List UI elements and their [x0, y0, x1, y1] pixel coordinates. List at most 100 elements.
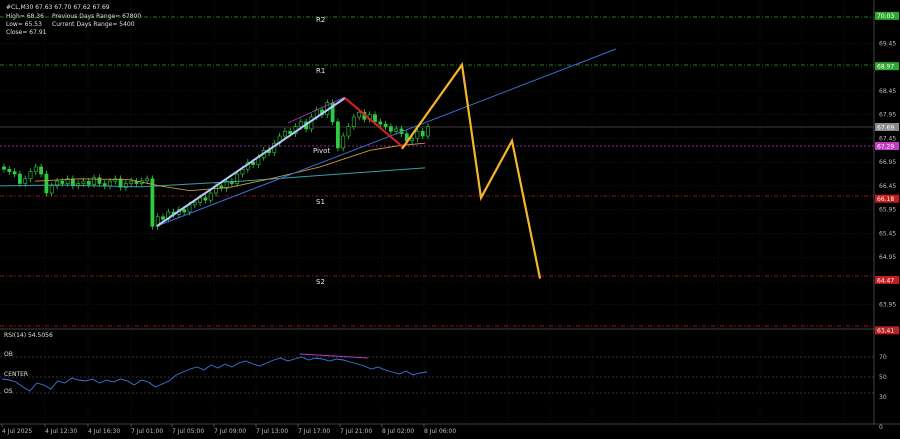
- r2-badge-label: 70.03: [877, 13, 894, 20]
- time-tick-label: 4 Jul 12:30: [45, 428, 77, 435]
- candle-body: [108, 180, 112, 187]
- time-tick-label: 8 Jul 02:00: [382, 428, 414, 435]
- rsi-tick-label: 0: [879, 424, 883, 431]
- candle-body: [357, 111, 362, 118]
- rsi-tick-label: 50: [879, 374, 887, 381]
- forecast-zigzag: [401, 61, 542, 279]
- candle-body: [282, 130, 287, 137]
- time-tick-label: 7 Jul 05:00: [172, 428, 204, 435]
- s2-badge-label: 64.47: [877, 277, 894, 284]
- candle-body: [426, 126, 430, 137]
- candle-body: [346, 126, 351, 137]
- price-tick-label: 65.45: [879, 230, 896, 237]
- candle-body: [12, 171, 17, 175]
- rsi-tick-label: 70: [879, 354, 887, 361]
- pivot-label: Pivot: [313, 147, 330, 155]
- rsi-axis: 70 50 30 0: [879, 354, 887, 431]
- candle-body: [187, 204, 192, 213]
- candle-body: [17, 173, 22, 184]
- close-text: Close= 67.91: [6, 29, 47, 36]
- s1-label: S1: [316, 198, 325, 206]
- candle-body: [298, 121, 303, 127]
- candle-body: [182, 209, 187, 213]
- candle-body: [28, 171, 33, 180]
- slow-moving-average: [0, 167, 426, 188]
- candle-body: [60, 180, 65, 184]
- time-tick-label: 7 Jul 09:00: [214, 428, 246, 435]
- candle-body: [86, 180, 91, 185]
- price-tick-label: 66.95: [879, 159, 896, 166]
- candle-body: [39, 166, 44, 175]
- candle-body: [129, 180, 134, 184]
- candle-body: [383, 123, 388, 127]
- candle-body: [420, 130, 425, 137]
- r2-label: R2: [316, 16, 325, 24]
- candle-body: [2, 166, 6, 170]
- time-tick-label: 4 Jul 16:30: [88, 428, 120, 435]
- rsi-title: RSI(14) 54.5056: [4, 332, 53, 339]
- candle-body: [208, 192, 213, 201]
- current-badge-label: 67.69: [877, 124, 894, 131]
- candle-body: [203, 197, 208, 201]
- candle-body: [309, 116, 314, 130]
- rsi-center-label: CENTER: [4, 371, 28, 378]
- rsi-divergence-line: [299, 353, 369, 359]
- grid: [0, 0, 874, 424]
- level-badges: 70.0368.9767.2966.1864.4763.4167.69: [875, 11, 899, 335]
- price-tick-label: 67.45: [879, 135, 896, 142]
- rsi-ob-label: OB: [4, 351, 13, 358]
- price-tick-label: 69.45: [879, 40, 896, 47]
- candle-body: [341, 135, 346, 149]
- candle-body: [240, 168, 245, 175]
- candle-body: [388, 126, 393, 132]
- pivot-badge-label: 67.29: [877, 143, 894, 150]
- candle-body: [23, 178, 28, 184]
- price-tick-label: 64.95: [879, 254, 896, 261]
- blue-trendline: [156, 48, 617, 227]
- symbol-line: #CL,M30 67.63 67.70 67.62 67.69: [6, 4, 110, 11]
- r1-label: R1: [316, 67, 325, 75]
- s1-badge-label: 66.18: [877, 196, 894, 203]
- price-tick-label: 65.95: [879, 207, 896, 214]
- prev-range-text: Previous Days Range= 67800: [52, 13, 141, 20]
- candle-body: [394, 128, 399, 132]
- candle-body: [81, 180, 86, 184]
- candle-body: [49, 185, 54, 194]
- candle-body: [44, 173, 49, 194]
- uptrend-line: [156, 97, 346, 227]
- cur-range-text: Current Days Range= 5400: [52, 21, 135, 28]
- price-tick-label: 67.95: [879, 112, 896, 119]
- candle-body: [351, 116, 356, 127]
- time-tick-label: 7 Jul 01:00: [131, 428, 163, 435]
- low-text: Low= 65.53: [6, 21, 42, 28]
- time-tick-label: 7 Jul 17:00: [298, 428, 330, 435]
- candle-body: [235, 173, 240, 184]
- candle-body: [373, 114, 377, 123]
- time-tick-label: 7 Jul 13:00: [256, 428, 288, 435]
- header-info: #CL,M30 67.63 67.70 67.62 67.69 High= 68…: [6, 4, 141, 36]
- candle-body: [378, 121, 383, 125]
- candle-body: [288, 130, 293, 134]
- candle-body: [145, 178, 150, 181]
- price-chart: #CL,M30 67.63 67.70 67.62 67.69 High= 68…: [0, 0, 900, 435]
- high-text: High= 68.36: [6, 13, 44, 20]
- price-tick-label: 66.45: [879, 183, 896, 190]
- price-axis: 69.4568.9568.4567.9567.4566.9566.4565.95…: [879, 40, 896, 308]
- candle-body: [33, 166, 38, 172]
- time-tick-label: 8 Jul 06:00: [424, 428, 456, 435]
- candle-body: [7, 168, 12, 172]
- candle-body: [410, 138, 415, 142]
- chart-window: #CL,M30 67.63 67.70 67.62 67.69 High= 68…: [0, 0, 900, 439]
- time-axis: 4 Jul 2025 4 Jul 12:30 4 Jul 16:30 7 Jul 01…: [1, 424, 456, 435]
- time-tick-label: 7 Jul 21:00: [340, 428, 372, 435]
- candle-body: [335, 121, 340, 149]
- time-tick-label: 4 Jul 2025: [2, 428, 32, 435]
- rsi-line: [1, 356, 428, 392]
- price-candles: [2, 99, 430, 230]
- s2-label: S2: [316, 278, 325, 286]
- price-tick-label: 63.95: [879, 302, 896, 309]
- candle-body: [415, 130, 420, 139]
- r1-badge-label: 68.97: [877, 64, 894, 71]
- price-tick-label: 68.45: [879, 88, 896, 95]
- candle-body: [161, 216, 165, 220]
